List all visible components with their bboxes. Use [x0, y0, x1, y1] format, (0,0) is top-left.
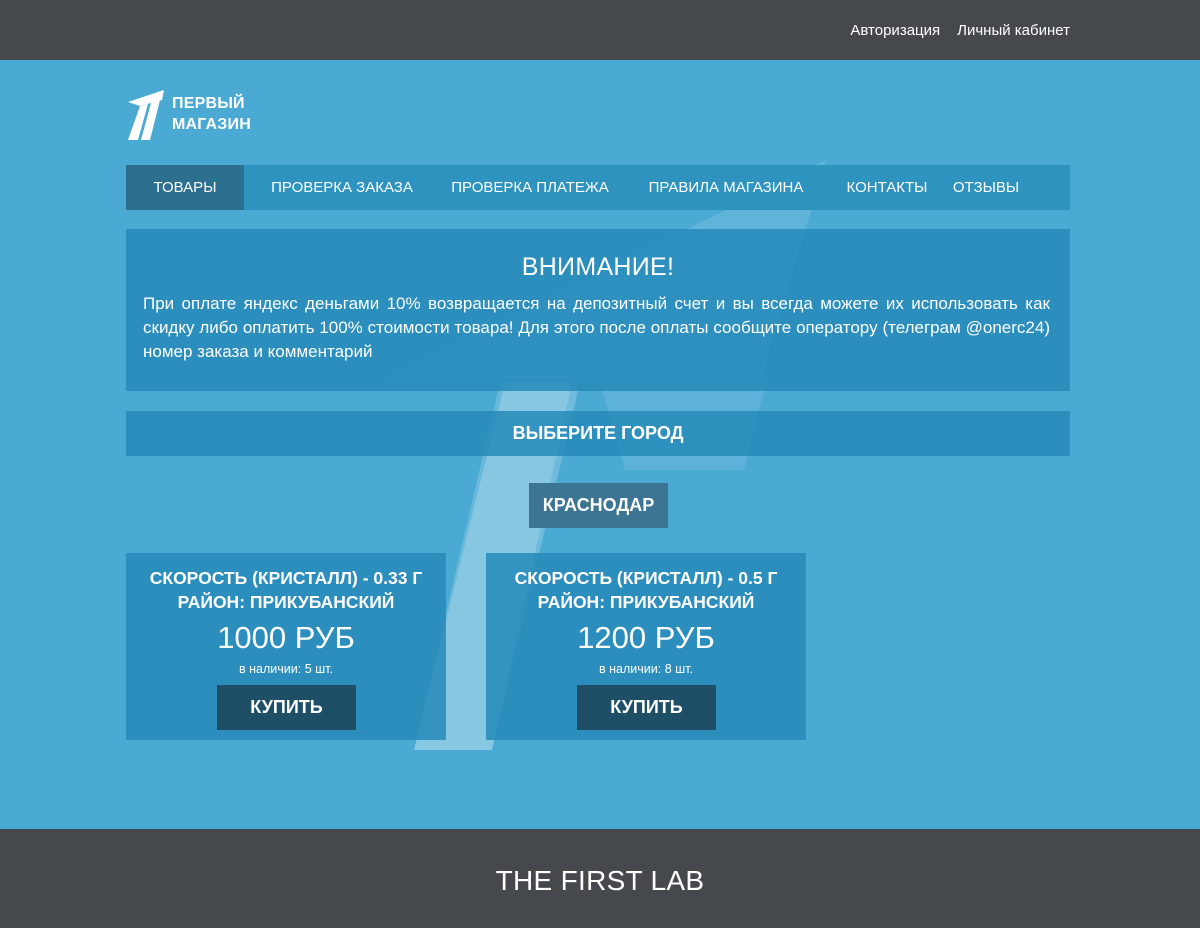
header-links: Авторизация Личный кабинет: [850, 22, 1070, 39]
product-price: 1200 РУБ: [577, 620, 715, 655]
city-button-krasnodar[interactable]: КРАСНОДАР: [529, 483, 668, 528]
footer: THE FIRST LAB: [0, 829, 1200, 928]
logo-icon: [128, 90, 164, 140]
notice-body: При оплате яндекс деньгами 10% возвращае…: [143, 294, 1050, 361]
product-title: СКОРОСТЬ (КРИСТАЛЛ) - 0.33 Г: [149, 568, 423, 588]
nav-item-shop-rules[interactable]: ПРАВИЛА МАГАЗИНА: [620, 165, 832, 210]
account-link[interactable]: Личный кабинет: [957, 22, 1070, 39]
nav-item-payment-check[interactable]: ПРОВЕРКА ПЛАТЕЖА: [440, 165, 620, 210]
nav-item-products[interactable]: ТОВАРЫ: [126, 165, 244, 210]
nav-item-contacts[interactable]: КОНТАКТЫ: [832, 165, 942, 210]
product-title: СКОРОСТЬ (КРИСТАЛЛ) - 0.5 Г: [514, 568, 778, 588]
buy-button[interactable]: КУПИТЬ: [217, 685, 356, 730]
product-district: РАЙОН: ПРИКУБАНСКИЙ: [177, 592, 395, 612]
product-stock: в наличии: 5 шт.: [239, 662, 333, 676]
product-stock: в наличии: 8 шт.: [599, 662, 693, 676]
buy-button[interactable]: КУПИТЬ: [577, 685, 716, 730]
site-logo[interactable]: ПЕРВЫЙ МАГАЗИН: [126, 88, 251, 140]
product-price: 1000 РУБ: [217, 620, 355, 655]
product-card: СКОРОСТЬ (КРИСТАЛЛ) - 0.33 Г РАЙОН: ПРИК…: [126, 553, 446, 740]
product-district: РАЙОН: ПРИКУБАНСКИЙ: [537, 592, 755, 612]
nav-item-order-check[interactable]: ПРОВЕРКА ЗАКАЗА: [244, 165, 440, 210]
city-heading: ВЫБЕРИТЕ ГОРОД: [126, 411, 1070, 456]
notice-title: ВНИМАНИЕ!: [521, 253, 675, 281]
login-link[interactable]: Авторизация: [850, 22, 940, 39]
product-name: СКОРОСТЬ (КРИСТАЛЛ) - 0.5 Г РАЙОН: ПРИКУ…: [486, 566, 806, 614]
logo-line-2: МАГАЗИН: [172, 116, 251, 133]
logo-text: ПЕРВЫЙ МАГАЗИН: [172, 93, 251, 135]
footer-brand: THE FIRST LAB: [495, 865, 705, 896]
nav-item-reviews[interactable]: ОТЗЫВЫ: [942, 165, 1030, 210]
product-card: СКОРОСТЬ (КРИСТАЛЛ) - 0.5 Г РАЙОН: ПРИКУ…: [486, 553, 806, 740]
product-name: СКОРОСТЬ (КРИСТАЛЛ) - 0.33 Г РАЙОН: ПРИК…: [126, 566, 446, 614]
notice-panel: ВНИМАНИЕ! При оплате яндекс деньгами 10%…: [126, 229, 1070, 391]
logo-line-1: ПЕРВЫЙ: [172, 95, 245, 112]
main-nav: ТОВАРЫ ПРОВЕРКА ЗАКАЗА ПРОВЕРКА ПЛАТЕЖА …: [126, 165, 1070, 210]
top-bar: Авторизация Личный кабинет: [0, 0, 1200, 60]
